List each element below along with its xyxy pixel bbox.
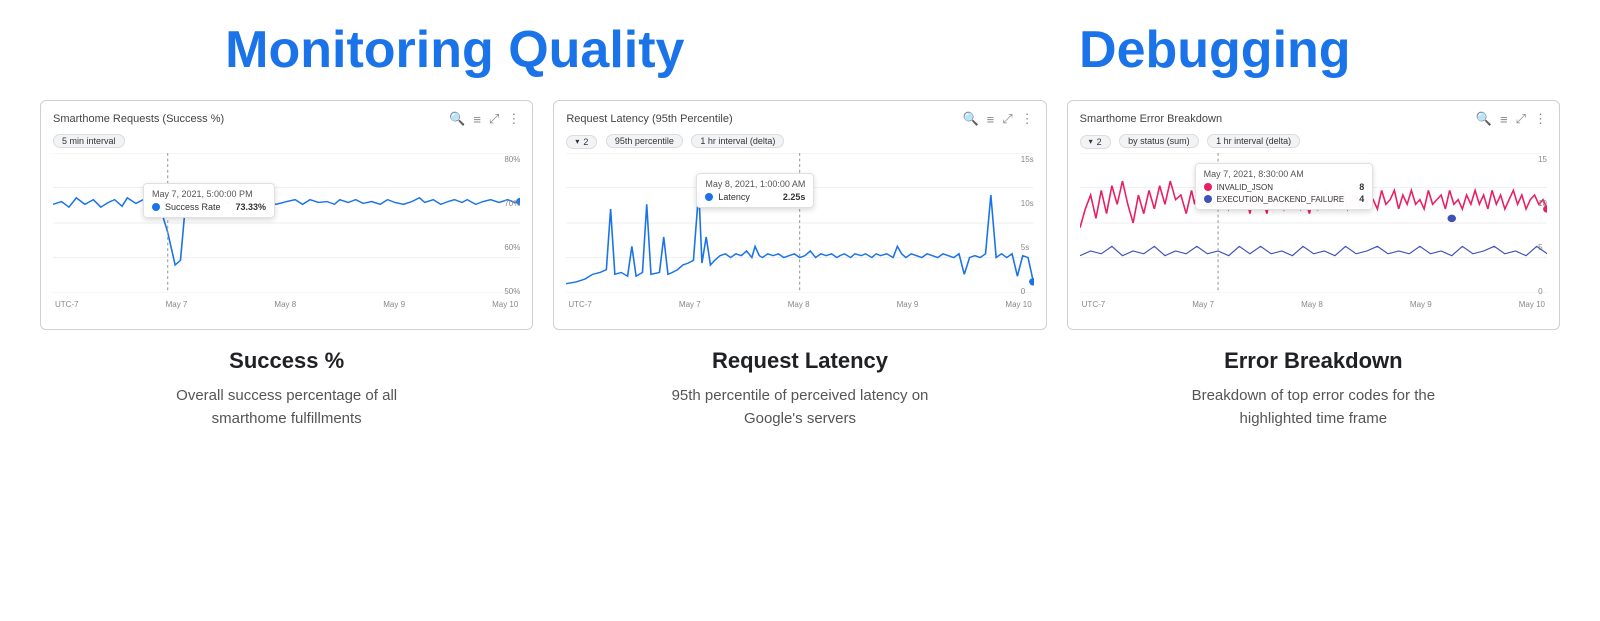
chart-title-errors: Smarthome Error Breakdown <box>1080 113 1222 125</box>
column-latency: Request Latency (95th Percentile) 🔍 ≡ ⤢ … <box>553 100 1046 431</box>
column-errors: Smarthome Error Breakdown 🔍 ≡ ⤢ ⋮ ▾ 2 by… <box>1067 100 1560 431</box>
tooltip-success: May 7, 2021, 5:00:00 PM Success Rate 73.… <box>143 183 275 218</box>
label-errors: Error Breakdown <box>1224 348 1403 374</box>
expand-icon[interactable]: ⤢ <box>489 111 499 127</box>
tooltip-errors: May 7, 2021, 8:30:00 AM INVALID_JSON 8 E… <box>1195 163 1374 210</box>
x-labels-errors: UTC-7 May 7 May 8 May 9 May 10 <box>1080 300 1547 309</box>
expand-icon-errors[interactable]: ⤢ <box>1516 111 1526 127</box>
tooltip-dot-invalid <box>1204 183 1212 191</box>
tooltip-dot-latency <box>705 193 713 201</box>
search-icon-errors[interactable]: 🔍 <box>1476 111 1492 127</box>
y-labels-success: 80% 70% 60% 50% <box>504 153 520 298</box>
chip-status-sum[interactable]: by status (sum) <box>1119 134 1199 148</box>
more-icon-errors[interactable]: ⋮ <box>1534 111 1547 127</box>
desc-success: Overall success percentage of all smarth… <box>137 384 437 431</box>
tooltip-dot-success <box>152 203 160 211</box>
chart-box-errors: Smarthome Error Breakdown 🔍 ≡ ⤢ ⋮ ▾ 2 by… <box>1067 100 1560 330</box>
desc-latency: 95th percentile of perceived latency on … <box>650 384 950 431</box>
x-labels-success: UTC-7 May 7 May 8 May 9 May 10 <box>53 300 520 309</box>
chart-icons-latency: 🔍 ≡ ⤢ ⋮ <box>962 111 1033 127</box>
label-success: Success % <box>229 348 344 374</box>
chip-interval-success[interactable]: 5 min interval <box>53 134 125 148</box>
chip-percentile[interactable]: 95th percentile <box>606 134 683 148</box>
x-labels-latency: UTC-7 May 7 May 8 May 9 May 10 <box>566 300 1033 309</box>
chart-title-success: Smarthome Requests (Success %) <box>53 113 224 125</box>
chart-icons-errors: 🔍 ≡ ⤢ ⋮ <box>1476 111 1547 127</box>
chip-interval-latency[interactable]: 1 hr interval (delta) <box>691 134 784 148</box>
search-icon[interactable]: 🔍 <box>449 111 465 127</box>
expand-icon-latency[interactable]: ⤢ <box>1002 111 1012 127</box>
debugging-title: Debugging <box>1055 20 1375 80</box>
chip-interval-errors[interactable]: 1 hr interval (delta) <box>1207 134 1300 148</box>
legend-icon-latency[interactable]: ≡ <box>987 112 995 127</box>
chip-filter-errors[interactable]: ▾ 2 <box>1080 135 1111 149</box>
tooltip-dot-exec <box>1204 195 1212 203</box>
monitoring-quality-title: Monitoring Quality <box>225 20 684 80</box>
tooltip-latency: May 8, 2021, 1:00:00 AM Latency 2.25s <box>696 173 814 208</box>
y-labels-errors: 15 10 5 0 <box>1538 153 1547 298</box>
y-labels-latency: 15s 10s 5s 0 <box>1021 153 1034 298</box>
chart-title-latency: Request Latency (95th Percentile) <box>566 113 732 125</box>
search-icon-latency[interactable]: 🔍 <box>962 111 978 127</box>
desc-errors: Breakdown of top error codes for the hig… <box>1163 384 1463 431</box>
columns-container: Smarthome Requests (Success %) 🔍 ≡ ⤢ ⋮ 5… <box>40 100 1560 431</box>
chart-box-latency: Request Latency (95th Percentile) 🔍 ≡ ⤢ … <box>553 100 1046 330</box>
label-latency: Request Latency <box>712 348 888 374</box>
chart-box-success: Smarthome Requests (Success %) 🔍 ≡ ⤢ ⋮ 5… <box>40 100 533 330</box>
more-icon[interactable]: ⋮ <box>507 111 520 127</box>
chart-icons-success: 🔍 ≡ ⤢ ⋮ <box>449 111 520 127</box>
chip-filter-latency[interactable]: ▾ 2 <box>566 135 597 149</box>
legend-icon-errors[interactable]: ≡ <box>1500 112 1508 127</box>
column-success: Smarthome Requests (Success %) 🔍 ≡ ⤢ ⋮ 5… <box>40 100 533 431</box>
more-icon-latency[interactable]: ⋮ <box>1021 111 1034 127</box>
chart-svg-success <box>53 153 520 293</box>
legend-icon[interactable]: ≡ <box>473 112 481 127</box>
